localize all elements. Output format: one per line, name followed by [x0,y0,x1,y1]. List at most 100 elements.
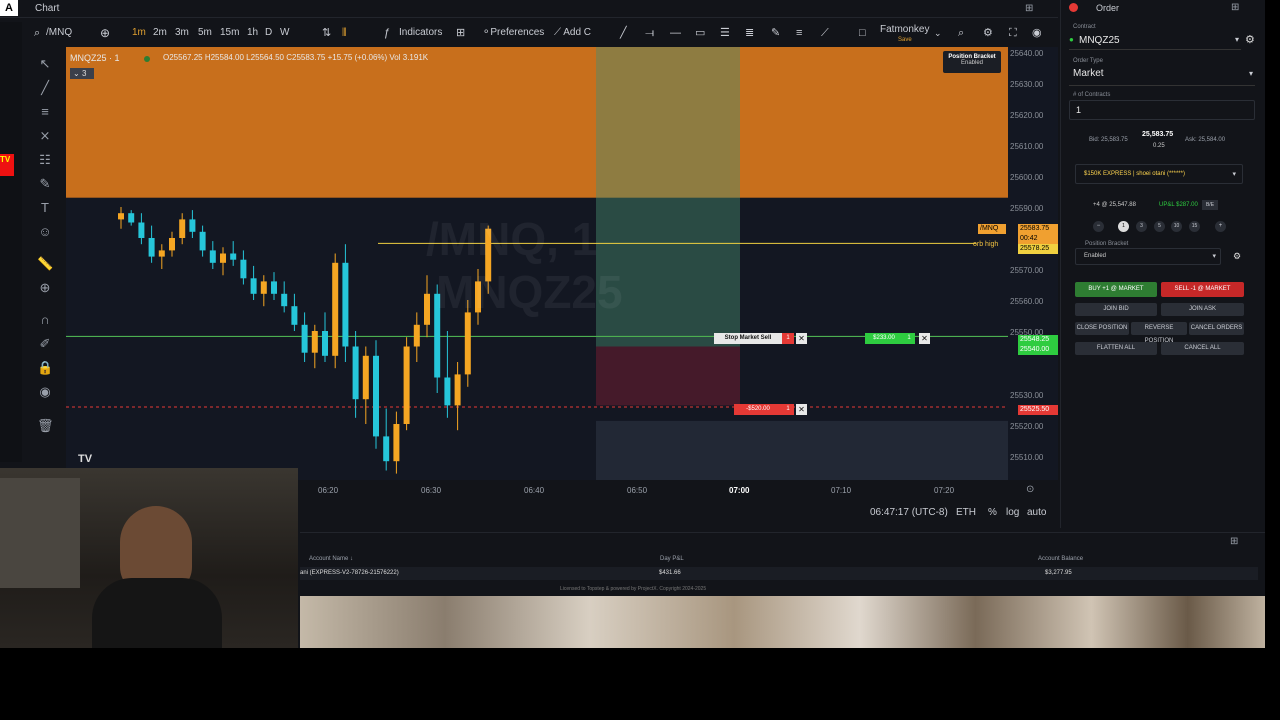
position-bracket-box[interactable]: Position Bracket Enabled [943,51,1001,73]
timeframe-w[interactable]: W [280,24,289,42]
cursor-icon[interactable]: ↖ [37,56,53,72]
qty-button[interactable]: 15 [1189,221,1200,232]
bracket-gear-icon[interactable]: ⚙ [1233,251,1241,262]
layout-icon[interactable]: ⊞ [456,24,465,42]
stop-order-qty[interactable]: 1 [782,333,794,344]
account-select[interactable]: $150K EXPRESS | shoei otani (******) ▾ [1075,164,1243,184]
gear-icon[interactable]: ⚙ [1245,33,1255,46]
brush-tool-icon[interactable]: ✎ [37,176,53,192]
compare-icon[interactable]: ⇅ [322,24,331,42]
log-toggle[interactable]: log [1006,507,1019,518]
add-compare-icon[interactable]: ⊕ [100,24,110,42]
breakeven-button[interactable]: B/E [1202,200,1218,210]
brush-icon[interactable]: ✎ [771,24,780,42]
close-position-button[interactable]: CLOSE POSITION [1075,322,1129,335]
bracket-select[interactable]: Enabled ▾ [1075,248,1221,265]
qty-button[interactable]: 10 [1171,221,1182,232]
pencil-icon[interactable]: ⟋ [821,24,829,42]
stop-order-close-icon[interactable]: ✕ [796,333,807,344]
qty-plus-button[interactable]: + [1215,221,1226,232]
cancel-orders-button[interactable]: CANCEL ORDERS [1189,322,1244,335]
session-toggle[interactable]: ETH [956,507,976,518]
timeframe-1m[interactable]: 1m [132,24,146,42]
profit-close-icon[interactable]: ✕ [919,333,930,344]
gear-icon[interactable]: ⚙ [983,24,993,42]
col-day-pnl[interactable]: Day P&L [660,556,684,562]
contract-select[interactable]: ● MNQZ25 ▾ [1069,32,1241,50]
lock-icon[interactable]: 🔒 [37,360,53,376]
sell-market-button[interactable]: SELL -1 @ MARKET [1161,282,1244,297]
qty-button[interactable]: 5 [1154,221,1165,232]
stop-loss-label[interactable]: -$520.00 [734,404,782,415]
ask-price[interactable]: Ask: 25,584.00 [1185,137,1225,143]
timeframe-3m[interactable]: 3m [175,24,189,42]
add-panel-icon[interactable]: ⊞ [1025,3,1033,14]
profit-label[interactable]: $233.00 [865,333,903,344]
percent-toggle[interactable]: % [988,507,997,518]
indicator-count-badge[interactable]: ⌄ 3 [70,68,94,79]
order-type-select[interactable]: Market ▾ [1069,66,1255,86]
indicators-button[interactable]: Indicators [399,24,442,42]
emoji-tool-icon[interactable]: ☺ [37,224,53,240]
col-account-name[interactable]: Account Name ↓ [309,556,353,562]
lines-icon[interactable]: ≡ [796,24,802,42]
rectangle-icon[interactable]: ▭ [695,24,705,42]
col-balance[interactable]: Account Balance [1038,556,1083,562]
hline-icon[interactable]: — [670,24,681,42]
trendline-tool-icon[interactable]: ╱ [37,80,53,96]
fullscreen-icon[interactable]: ⛶ [1009,24,1017,42]
zoom-in-icon[interactable]: ⊕ [37,280,53,296]
chevron-down-icon[interactable]: ⌄ [934,24,942,42]
lock-pen-icon[interactable]: ✐ [37,336,53,352]
timeframe-d[interactable]: D [265,24,272,42]
add-alert-button[interactable]: ⟋ Add C [554,24,591,42]
join-ask-button[interactable]: JOIN ASK [1161,303,1244,316]
add-panel-icon[interactable]: ⊞ [1231,2,1239,13]
timeframe-2m[interactable]: 2m [153,24,167,42]
timeframe-15m[interactable]: 15m [220,24,239,42]
camera-icon[interactable]: ◉ [1032,24,1042,42]
hlines-tool-icon[interactable]: ≡ [37,104,53,120]
fib-icon[interactable]: ☰ [720,24,730,42]
magnet-icon[interactable]: ∩ [37,312,53,328]
buy-market-button[interactable]: BUY +1 @ MARKET [1075,282,1157,297]
symbol-input[interactable]: /MNQ [46,24,72,42]
ray-icon[interactable]: ⟞ [645,24,654,42]
stop-loss-close-icon[interactable]: ✕ [796,404,807,415]
reset-time-icon[interactable]: ⊙ [1026,484,1034,495]
stop-market-sell-label[interactable]: Stop Market Sell [714,333,782,344]
qty-button[interactable]: 1 [1118,221,1129,232]
channel-icon[interactable]: ≣ [745,24,754,42]
chart-pane[interactable]: /MNQ, 1 MNQZ25 MNQZ25 · 1 O25567.25 H255… [66,47,1008,480]
flatten-all-button[interactable]: FLATTEN ALL [1075,342,1157,355]
qty-button[interactable]: 3 [1136,221,1147,232]
search-icon[interactable]: ⌕ [34,24,40,42]
contracts-input[interactable]: 1 [1069,100,1255,120]
stop-loss-qty[interactable]: 1 [782,404,794,415]
text-tool-icon[interactable]: T [37,200,53,216]
candles-icon[interactable]: ⫴ [342,24,347,42]
cancel-all-button[interactable]: CANCEL ALL [1161,342,1244,355]
trendline-icon[interactable]: ╱ [620,24,627,42]
search-tool-icon[interactable]: ⌕ [958,24,964,42]
bid-price[interactable]: Bid: 25,583.75 [1089,137,1128,143]
trash-icon[interactable]: 🗑 [37,418,54,434]
clock[interactable]: 06:47:17 (UTC-8) [870,507,948,518]
qty-minus-button[interactable]: − [1093,221,1104,232]
reverse-position-button[interactable]: REVERSE POSITION [1131,322,1187,344]
timeframe-1h[interactable]: 1h [247,24,258,42]
preferences-button[interactable]: ⚬Preferences [482,24,544,42]
eye-icon[interactable]: ◉ [37,384,53,400]
auto-toggle[interactable]: auto [1027,507,1046,518]
add-panel-icon[interactable]: ⊞ [1230,536,1238,547]
timeframe-5m[interactable]: 5m [198,24,212,42]
ruler-tool-icon[interactable]: 📏 [37,256,53,272]
fib-tool-icon[interactable]: ☷ [37,152,53,168]
square-icon[interactable]: □ [859,24,866,42]
join-bid-button[interactable]: JOIN BID [1075,303,1157,316]
indicators-icon[interactable]: ƒ [384,24,390,42]
pattern-tool-icon[interactable]: ⨯ [37,128,53,144]
profit-qty[interactable]: 1 [903,333,915,344]
price-axis[interactable]: 25640.00 25630.00 25620.00 25610.00 2560… [978,47,1058,480]
table-row[interactable]: ani (EXPRESS-V2-78726-21576222) $431.66 … [300,567,1258,580]
